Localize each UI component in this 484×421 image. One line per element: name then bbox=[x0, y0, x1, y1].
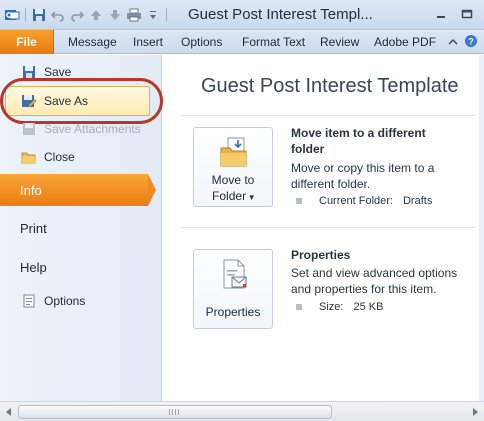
tab-file[interactable]: File bbox=[0, 30, 54, 54]
save-attachments-icon bbox=[21, 121, 37, 137]
maximize-button[interactable] bbox=[454, 4, 480, 24]
toolbar-separator bbox=[166, 8, 167, 22]
page-title: Guest Post Interest Template bbox=[201, 75, 459, 97]
nav-options[interactable]: Options bbox=[0, 289, 158, 313]
scroll-left-icon[interactable] bbox=[2, 405, 16, 419]
horizontal-scrollbar[interactable] bbox=[0, 401, 484, 421]
customize-toolbar-icon[interactable] bbox=[145, 7, 161, 23]
nav-print[interactable]: Print bbox=[0, 212, 156, 244]
nav-label: Save bbox=[44, 65, 72, 79]
nav-label: Options bbox=[44, 294, 86, 308]
up-arrow-icon[interactable] bbox=[88, 7, 104, 23]
move-to-folder-button[interactable]: Move to Folder ▾ bbox=[193, 127, 273, 207]
tab-adobe-pdf[interactable]: Adobe PDF bbox=[374, 30, 436, 54]
button-label: Move to bbox=[211, 173, 255, 187]
nav-info[interactable]: Info bbox=[0, 174, 156, 206]
minimize-button[interactable] bbox=[428, 4, 454, 24]
nav-save-attachments[interactable]: Save Attachments bbox=[0, 117, 158, 141]
options-icon bbox=[21, 293, 37, 309]
help-icon[interactable]: ? bbox=[464, 34, 478, 51]
tab-review[interactable]: Review bbox=[320, 30, 359, 54]
tab-format-text[interactable]: Format Text bbox=[242, 30, 305, 54]
tab-message[interactable]: Message bbox=[68, 30, 117, 54]
minimize-ribbon-icon[interactable] bbox=[448, 36, 458, 50]
info-page: Guest Post Interest Template Move to Fol… bbox=[163, 55, 484, 401]
section-heading: Properties bbox=[291, 248, 351, 262]
tab-insert[interactable]: Insert bbox=[133, 30, 163, 54]
bullet bbox=[296, 304, 302, 310]
section-description: Move or copy this item to a different fo… bbox=[291, 161, 435, 191]
nav-label: Close bbox=[44, 150, 75, 164]
size-property: Size: 25 KB bbox=[296, 301, 383, 313]
nav-label: Help bbox=[20, 259, 47, 275]
title-bar: Guest Post Interest Templ... bbox=[0, 0, 484, 30]
bullet bbox=[296, 198, 302, 204]
backstage-nav: Save Save As Save Attachments Close Info… bbox=[0, 55, 163, 401]
save-icon[interactable] bbox=[31, 7, 47, 23]
button-label-dropdown: Folder ▾ bbox=[212, 189, 254, 203]
properties-button[interactable]: Properties bbox=[193, 249, 273, 329]
nav-help[interactable]: Help bbox=[0, 251, 156, 283]
chevron-down-icon: ▾ bbox=[249, 192, 254, 202]
scroll-right-icon[interactable] bbox=[468, 405, 482, 419]
tab-options[interactable]: Options bbox=[181, 30, 222, 54]
section-description: Set and view advanced options and proper… bbox=[291, 266, 458, 296]
divider bbox=[181, 227, 476, 228]
nav-label: Print bbox=[20, 220, 47, 236]
current-folder-property: Current Folder: Drafts bbox=[296, 195, 432, 207]
outlook-app-icon[interactable] bbox=[4, 7, 20, 23]
button-label: Properties bbox=[205, 305, 261, 319]
property-value: 25 KB bbox=[353, 301, 384, 313]
undo-icon[interactable] bbox=[50, 7, 66, 23]
ribbon-tab-bar: File Message Insert Options Format Text … bbox=[0, 30, 484, 54]
property-label: Current Folder: bbox=[319, 195, 393, 207]
vertical-scrollbar[interactable] bbox=[479, 55, 484, 401]
active-pointer bbox=[148, 174, 156, 206]
ribbon-controls: ? bbox=[448, 34, 478, 51]
svg-text:?: ? bbox=[468, 37, 474, 47]
move-to-folder-icon bbox=[218, 136, 250, 168]
folder-close-icon bbox=[21, 149, 37, 165]
scrollbar-thumb[interactable] bbox=[18, 405, 332, 419]
print-icon[interactable] bbox=[126, 7, 142, 23]
property-label: Size: bbox=[319, 301, 344, 313]
quick-access-toolbar bbox=[4, 5, 169, 25]
nav-label: Save Attachments bbox=[44, 122, 141, 136]
window-title: Guest Post Interest Templ... bbox=[188, 6, 373, 23]
divider bbox=[181, 115, 476, 116]
down-arrow-icon[interactable] bbox=[107, 7, 123, 23]
nav-close[interactable]: Close bbox=[0, 145, 158, 169]
property-value: Drafts bbox=[402, 195, 433, 207]
section-heading: Move item to a different folder bbox=[291, 126, 426, 156]
grip-icon bbox=[169, 409, 179, 415]
window-controls bbox=[428, 4, 480, 24]
properties-icon bbox=[218, 258, 250, 290]
nav-label: Info bbox=[20, 182, 42, 198]
toolbar-separator bbox=[25, 8, 26, 22]
redo-icon[interactable] bbox=[69, 7, 85, 23]
